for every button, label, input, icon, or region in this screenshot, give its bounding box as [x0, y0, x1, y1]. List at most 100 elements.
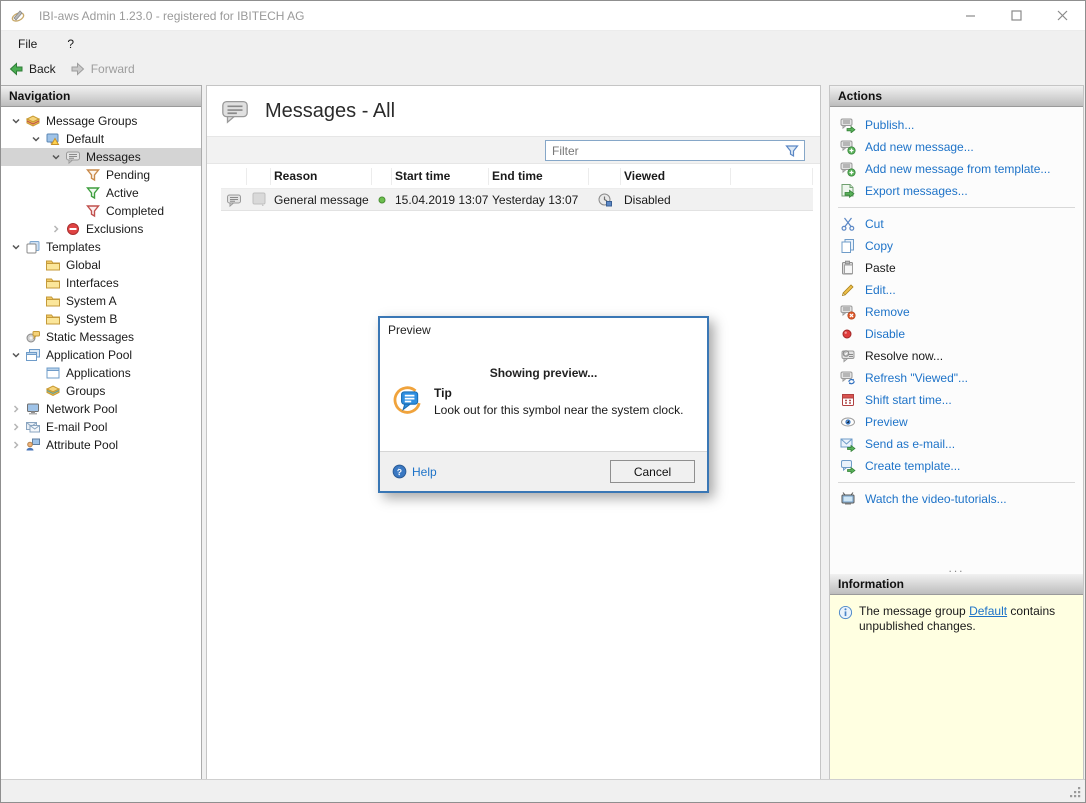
action-cut[interactable]: Cut [830, 213, 1083, 235]
resize-grip[interactable] [1069, 786, 1082, 799]
tree-item-interfaces[interactable]: Interfaces [1, 274, 201, 292]
chevron-down-icon[interactable] [7, 239, 25, 255]
tree-item-system-b[interactable]: System B [1, 310, 201, 328]
actions-separator [838, 482, 1075, 483]
templates-icon [25, 239, 41, 255]
tree-item-pending[interactable]: Pending [1, 166, 201, 184]
add-message-icon [840, 139, 856, 155]
folder-icon [45, 257, 61, 273]
attribute-pool-icon [25, 437, 41, 453]
action-publish[interactable]: Publish... [830, 114, 1083, 136]
tree-item-global[interactable]: Global [1, 256, 201, 274]
action-remove[interactable]: Remove [830, 301, 1083, 323]
tree-item-network-pool[interactable]: Network Pool [1, 400, 201, 418]
action-paste[interactable]: Paste [830, 257, 1083, 279]
tree-item-active[interactable]: Active [1, 184, 201, 202]
tree-item-templates[interactable]: Templates [1, 238, 201, 256]
chevron-right-icon[interactable] [7, 401, 25, 417]
static-messages-icon [25, 329, 41, 345]
minimize-button[interactable] [947, 1, 993, 30]
chevron-down-icon[interactable] [47, 149, 65, 165]
help-icon: ? [392, 464, 407, 479]
information-panel: The message group Default contains unpub… [830, 595, 1083, 780]
action-add-new-message[interactable]: Add new message... [830, 136, 1083, 158]
menu-help[interactable]: ? [67, 37, 74, 51]
tree-item-email-pool[interactable]: E-mail Pool [1, 418, 201, 436]
preview-eye-icon [840, 414, 856, 430]
menu-file[interactable]: File [18, 37, 37, 51]
status-bar [1, 779, 1085, 802]
filter-funnel-icon[interactable] [784, 143, 800, 159]
tree-item-system-a[interactable]: System A [1, 292, 201, 310]
tree-item-default[interactable]: Default [1, 130, 201, 148]
action-shift-start-time[interactable]: Shift start time... [830, 389, 1083, 411]
action-create-template[interactable]: Create template... [830, 455, 1083, 477]
app-logo-icon [10, 8, 26, 24]
tree-item-message-groups[interactable]: Message Groups [1, 112, 201, 130]
maximize-button[interactable] [993, 1, 1039, 30]
action-send-as-email[interactable]: Send as e-mail... [830, 433, 1083, 455]
actions-header: Actions [830, 86, 1083, 107]
funnel-completed-icon [85, 203, 101, 219]
action-export-messages[interactable]: Export messages... [830, 180, 1083, 202]
tree-item-messages[interactable]: Messages [1, 148, 201, 166]
create-template-icon [840, 458, 856, 474]
action-edit[interactable]: Edit... [830, 279, 1083, 301]
column-header-start-time[interactable]: Start time [392, 168, 489, 185]
action-copy[interactable]: Copy [830, 235, 1083, 257]
column-header-viewed[interactable]: Viewed [621, 168, 731, 185]
chevron-down-icon[interactable] [27, 131, 45, 147]
navigation-panel: Navigation Message Groups Default Messag… [1, 85, 202, 781]
cell-viewed: Disabled [621, 193, 731, 207]
back-button[interactable]: Back [8, 61, 56, 77]
chevron-right-icon[interactable] [7, 419, 25, 435]
tree-item-static-messages[interactable]: Static Messages [1, 328, 201, 346]
chevron-right-icon[interactable] [7, 437, 25, 453]
title-bar: IBI-aws Admin 1.23.0 - registered for IB… [1, 1, 1085, 31]
toolbar: Back Forward [1, 56, 1085, 82]
applications-icon [45, 365, 61, 381]
column-header-reason[interactable]: Reason [271, 168, 372, 185]
forward-button[interactable]: Forward [70, 61, 135, 77]
action-preview[interactable]: Preview [830, 411, 1083, 433]
svg-text:?: ? [397, 467, 402, 477]
action-resolve-now[interactable]: Resolve now... [830, 345, 1083, 367]
chevron-down-icon[interactable] [7, 113, 25, 129]
tree-item-completed[interactable]: Completed [1, 202, 201, 220]
tree-item-exclusions[interactable]: Exclusions [1, 220, 201, 238]
groups-icon [45, 383, 61, 399]
action-refresh-viewed[interactable]: Refresh "Viewed"... [830, 367, 1083, 389]
edit-icon [840, 282, 856, 298]
default-group-link[interactable]: Default [969, 604, 1007, 618]
column-header-end-time[interactable]: End time [489, 168, 589, 185]
chevron-down-icon[interactable] [7, 347, 25, 363]
info-icon [838, 605, 853, 620]
folder-icon [45, 293, 61, 309]
exclusions-icon [65, 221, 81, 237]
dialog-footer: ? Help Cancel [380, 451, 707, 491]
remove-icon [840, 304, 856, 320]
app-window: IBI-aws Admin 1.23.0 - registered for IB… [0, 0, 1086, 803]
action-disable[interactable]: Disable [830, 323, 1083, 345]
panel-splitter[interactable]: ... [830, 562, 1083, 574]
tree-item-applications[interactable]: Applications [1, 364, 201, 382]
help-link[interactable]: ? Help [392, 464, 437, 479]
forward-arrow-icon [70, 61, 86, 77]
action-watch-video-tutorials[interactable]: Watch the video-tutorials... [830, 488, 1083, 510]
table-row[interactable]: General message 15.04.2019 13:07 Yesterd… [221, 189, 813, 211]
cancel-button[interactable]: Cancel [610, 460, 695, 483]
content-header: Messages - All [207, 86, 820, 136]
resolve-now-icon [840, 348, 856, 364]
tree-item-application-pool[interactable]: Application Pool [1, 346, 201, 364]
information-header: Information [830, 574, 1083, 595]
tree-item-attribute-pool[interactable]: Attribute Pool [1, 436, 201, 454]
green-status-dot [378, 196, 386, 204]
message-groups-icon [25, 113, 41, 129]
tree-item-groups[interactable]: Groups [1, 382, 201, 400]
close-button[interactable] [1039, 1, 1085, 30]
action-add-new-message-from-template[interactable]: Add new message from template... [830, 158, 1083, 180]
filter-input[interactable] [546, 144, 784, 158]
table-header-row: Reason Start time End time Viewed [221, 164, 813, 189]
messages-icon [65, 149, 81, 165]
chevron-right-icon[interactable] [47, 221, 65, 237]
